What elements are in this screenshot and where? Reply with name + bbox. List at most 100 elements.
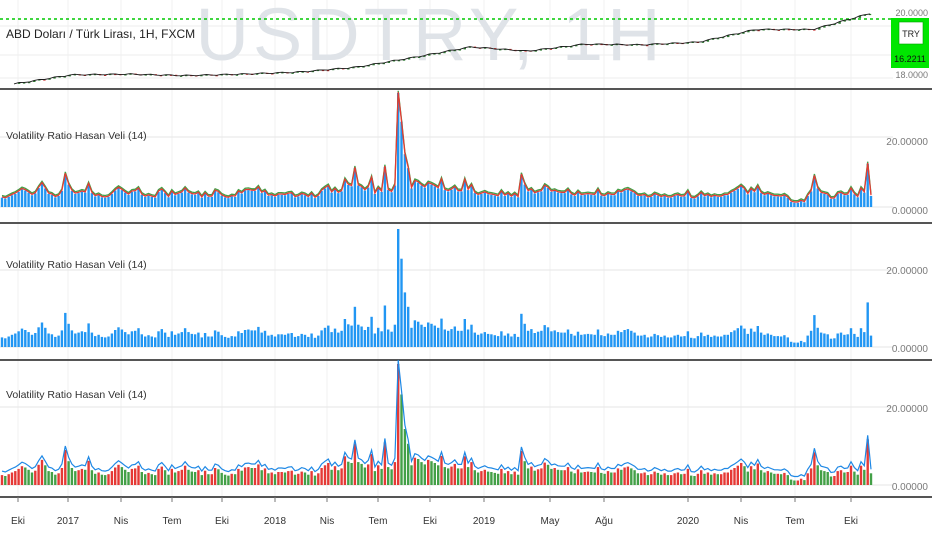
volatility-bar — [496, 473, 500, 485]
volatility-bar — [470, 324, 473, 347]
indicator-title-2[interactable]: Volatility Ratio Hasan Veli (14) — [6, 259, 147, 271]
volatility-bar — [613, 472, 616, 485]
volatility-bar — [70, 468, 74, 485]
chart-canvas[interactable]: USDTRY, 1H ABD Doları / Türk Lirası, 1H,… — [0, 0, 932, 550]
time-axis[interactable]: Eki 2017 Nis Tem Eki 2018 Nis Tem Eki 2019 May Ağu 2… — [11, 497, 858, 527]
volatility-bar — [380, 331, 383, 347]
volatility-bar — [54, 336, 57, 347]
volatility-bar — [753, 192, 756, 207]
volatility-bar — [486, 333, 490, 347]
volatility-bar — [483, 192, 486, 207]
volatility-bar — [310, 471, 313, 485]
volatility-bar — [380, 191, 383, 207]
volatility-bar — [443, 190, 446, 207]
volatility-bar — [270, 472, 273, 485]
volatility-bar — [660, 336, 663, 347]
volatility-bar — [566, 467, 570, 485]
volatility-bar — [696, 473, 700, 485]
volatility-bar — [447, 468, 450, 485]
volatility-bar — [20, 466, 24, 485]
volatility-bar — [503, 335, 506, 347]
volatility-bar — [64, 450, 67, 485]
volatility-bar — [550, 191, 553, 207]
volatility-bar — [666, 475, 670, 485]
volatility-bar — [203, 333, 207, 347]
volatility-bar — [720, 474, 723, 485]
volatility-bar — [633, 470, 636, 485]
volatility-bar — [443, 329, 446, 347]
volatility-bar — [293, 336, 297, 347]
volatility-bar — [486, 471, 490, 485]
volatility-bar — [606, 333, 610, 347]
volatility-bar — [114, 467, 117, 485]
volatility-bar — [756, 326, 759, 347]
volatility-bar — [789, 201, 793, 207]
volatility-bar — [200, 197, 203, 207]
volatility-bar — [347, 324, 350, 347]
volatility-bar — [0, 197, 4, 207]
volatility-bar — [14, 471, 17, 485]
volatility-bar — [480, 471, 483, 485]
symbol-watermark: USDTRY, 1H — [195, 0, 664, 76]
volatility-bar — [193, 194, 197, 207]
symbol-title[interactable]: ABD Doları / Türk Lirası, 1H, FXCM — [6, 27, 195, 41]
time-axis-label: 2017 — [57, 516, 80, 527]
volatility-bar — [367, 464, 370, 485]
volatility-bar — [766, 471, 769, 485]
volatility-bar — [839, 193, 843, 207]
volatility-bar — [130, 331, 134, 347]
volatility-bar — [646, 197, 650, 207]
volatility-bar — [869, 473, 873, 485]
volatility-bar — [493, 195, 496, 207]
indicator-pane-3[interactable]: Volatility Ratio Hasan Veli (14) 20.0000… — [0, 359, 928, 493]
volatility-bar — [829, 338, 833, 347]
volatility-bar — [506, 333, 510, 347]
volatility-bar — [263, 191, 267, 207]
volatility-bar — [180, 469, 183, 485]
volatility-bar — [330, 469, 333, 485]
volatility-bar — [163, 470, 167, 485]
volatility-bar — [253, 468, 257, 485]
volatility-bar — [34, 193, 37, 207]
volatility-bar — [430, 461, 433, 485]
volatility-bar — [300, 471, 303, 485]
volatility-bar — [660, 474, 663, 485]
volatility-bar — [819, 193, 823, 207]
volatility-bar — [769, 334, 773, 347]
volatility-bar — [293, 474, 297, 485]
volatility-bar — [220, 335, 223, 347]
volatility-bar — [230, 336, 233, 347]
volatility-bar — [759, 193, 763, 207]
price-pane[interactable]: USDTRY, 1H ABD Doları / Türk Lirası, 1H,… — [0, 0, 929, 85]
volatility-bar — [520, 313, 523, 347]
indicator-title-3[interactable]: Volatility Ratio Hasan Veli (14) — [6, 389, 147, 401]
volatility-bar — [433, 463, 436, 485]
volatility-bar — [706, 472, 710, 485]
volatility-bar — [240, 333, 243, 347]
volatility-bar — [80, 468, 84, 485]
volatility-bar — [590, 194, 593, 207]
volatility-bar — [766, 193, 769, 207]
volatility-bar — [203, 193, 207, 207]
volatility-bar — [603, 336, 606, 347]
volatility-bar — [563, 193, 566, 207]
volatility-bar — [546, 188, 550, 207]
volatility-bar — [47, 333, 50, 347]
volatility-bar — [516, 336, 520, 347]
volatility-bar — [836, 193, 839, 207]
volatility-bar — [833, 198, 836, 207]
volatility-bar — [410, 327, 413, 347]
volatility-bar — [789, 479, 793, 485]
volatility-bar — [127, 334, 130, 347]
volatility-bar — [243, 190, 247, 207]
volatility-bar — [470, 462, 473, 485]
volatility-bar — [403, 154, 407, 207]
indicator-title-1[interactable]: Volatility Ratio Hasan Veli (14) — [6, 130, 147, 142]
volatility-bar — [829, 199, 833, 207]
volatility-bar — [813, 452, 816, 485]
volatility-bar — [310, 193, 313, 207]
volatility-bar — [413, 181, 417, 207]
indicator-pane-1[interactable]: Volatility Ratio Hasan Veli (14) 20.0000… — [0, 90, 928, 217]
indicator-pane-2[interactable]: Volatility Ratio Hasan Veli (14) 20.0000… — [0, 229, 928, 355]
volatility-bar — [360, 326, 363, 347]
